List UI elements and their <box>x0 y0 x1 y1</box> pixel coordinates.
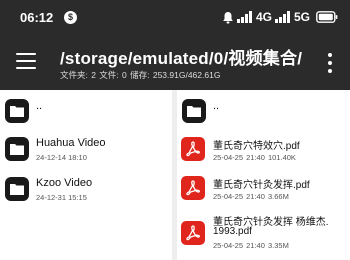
file-date: 25-04-25 21:40 <box>213 241 265 250</box>
top-toolbar: /storage/emulated/0/视频集合/ 文件夹: 2 文件: 0 储… <box>0 34 350 90</box>
parent-folder-label: .. <box>213 100 220 112</box>
pdf-icon <box>181 137 205 161</box>
network-type-1: 4G <box>255 10 272 24</box>
folder-icon <box>5 137 29 161</box>
file-size: 3.35M <box>267 241 289 250</box>
list-item[interactable]: Kzoo Video 24-12-31 15:15 <box>0 170 172 210</box>
file-size: 101.40K <box>267 153 296 162</box>
folder-date: 24-12-14 18:10 <box>36 153 87 162</box>
list-item[interactable]: 董氏奇穴特效穴.pdf 25-04-25 21:40 101.40K <box>177 130 350 168</box>
list-item[interactable]: Huahua Video 24-12-14 18:10 <box>0 129 172 169</box>
parent-folder-row[interactable]: .. <box>177 90 350 128</box>
file-name: 董氏奇穴针灸发挥.pdf <box>213 180 310 191</box>
file-meta: 25-04-25 21:40 101.40K <box>213 153 296 162</box>
left-file-pane: .. Huahua Video 24-12-14 18:10 Kzoo Vide… <box>0 90 172 260</box>
signal-icon-2 <box>274 11 290 23</box>
file-date: 25-04-25 21:40 <box>213 192 265 201</box>
parent-folder-row[interactable]: .. <box>0 90 172 128</box>
alarm-icon <box>223 11 233 23</box>
status-icons: 4G 5G <box>222 9 338 25</box>
more-options-icon[interactable] <box>328 53 332 73</box>
notification-badge-icon: $ <box>64 11 77 24</box>
path-info: 文件夹: 2 文件: 0 储存: 253.91G/462.61G <box>60 70 221 80</box>
folder-date: 24-12-31 15:15 <box>36 193 87 202</box>
status-time: 06:12 <box>20 10 54 25</box>
file-meta: 25-04-25 21:40 3.66M <box>213 192 289 201</box>
parent-folder-label: .. <box>36 100 43 112</box>
folder-icon <box>182 99 206 123</box>
pdf-icon <box>181 221 205 245</box>
file-meta: 25-04-25 21:40 3.35M <box>213 241 289 250</box>
network-type-2: 5G <box>293 10 310 24</box>
folder-icon <box>5 99 29 123</box>
current-path: /storage/emulated/0/视频集合/ <box>60 49 303 68</box>
file-name-line-2: 1993.pdf <box>213 226 252 237</box>
menu-icon[interactable] <box>16 52 38 70</box>
folder-name: Huahua Video <box>36 137 106 149</box>
pdf-icon <box>181 176 205 200</box>
folder-name: Kzoo Video <box>36 177 93 189</box>
right-file-pane: .. 董氏奇穴特效穴.pdf 25-04-25 21:40 101.40K 董氏… <box>177 90 350 260</box>
file-name: 董氏奇穴特效穴.pdf <box>213 141 300 152</box>
folder-icon <box>5 177 29 201</box>
list-item[interactable]: 董氏奇穴针灸发挥 杨维杰. 1993.pdf 25-04-25 21:40 3.… <box>177 206 350 258</box>
signal-icon-1 <box>236 11 252 23</box>
battery-icon <box>316 11 338 23</box>
file-date: 25-04-25 21:40 <box>213 153 265 162</box>
file-size: 3.66M <box>267 192 289 201</box>
status-bar: 06:12 $ 4G 5G <box>0 0 350 34</box>
list-item[interactable]: 董氏奇穴针灸发挥.pdf 25-04-25 21:40 3.66M <box>177 168 350 206</box>
